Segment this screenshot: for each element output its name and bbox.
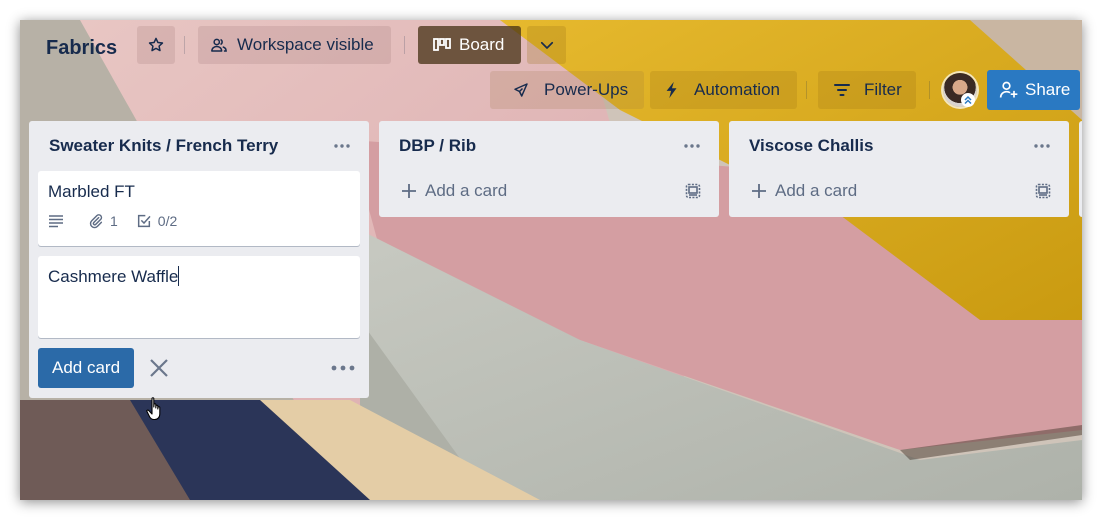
star-board-button[interactable] [137, 26, 175, 64]
workspace-members-icon [210, 36, 228, 54]
card-template-icon [685, 183, 701, 199]
visibility-label: Workspace visible [237, 35, 374, 54]
power-ups-label: Power-Ups [544, 80, 629, 99]
automation-label: Automation [694, 80, 780, 99]
create-from-template-button[interactable] [1035, 183, 1051, 199]
list-sweater-knits: Sweater Knits / French Terry Marbled FT … [29, 121, 369, 398]
visibility-button[interactable]: Workspace visible [198, 26, 391, 64]
share-label: Share [1025, 80, 1071, 99]
more-horizontal-icon [1034, 144, 1050, 148]
plus-icon [751, 183, 767, 199]
paperclip-icon [88, 213, 104, 229]
admin-chevrons-icon [961, 93, 975, 107]
attachments-count: 1 [110, 213, 118, 229]
card-composer-input[interactable]: Cashmere Waffle [38, 256, 360, 338]
description-icon [48, 214, 64, 228]
list-viscose-challis: Viscose Challis Add a card [729, 121, 1069, 217]
add-a-card-button[interactable]: Add a card [751, 181, 857, 201]
checklist-badge: 0/2 [136, 213, 177, 229]
composer-options-button[interactable] [326, 353, 360, 383]
power-ups-button[interactable]: Power-Ups [490, 71, 644, 109]
add-a-card-button[interactable]: Add a card [401, 181, 507, 201]
more-horizontal-icon [331, 365, 355, 371]
card-badges: 1 0/2 [48, 212, 350, 230]
filter-label: Filter [864, 80, 902, 99]
hand-pointer-cursor-icon [146, 397, 161, 421]
board-view-label: Board [459, 35, 505, 54]
filter-icon [834, 83, 850, 97]
attachments-badge: 1 [88, 213, 118, 229]
star-icon [147, 36, 165, 54]
list-actions-button[interactable] [329, 136, 355, 156]
list-header: Sweater Knits / French Terry [29, 121, 369, 171]
list-partially-visible [1079, 121, 1082, 217]
list-header: Viscose Challis [729, 121, 1069, 171]
board-view-button[interactable]: Board [418, 26, 521, 64]
header-divider [806, 81, 807, 99]
add-a-card-label: Add a card [775, 181, 858, 200]
share-button[interactable]: Share [987, 70, 1080, 110]
card-composer-text: Cashmere Waffle [48, 267, 179, 286]
lightning-bolt-icon [664, 81, 680, 99]
filter-button[interactable]: Filter [818, 71, 916, 109]
list-dbp-rib: DBP / Rib Add a card [379, 121, 719, 217]
checklist-progress: 0/2 [157, 213, 178, 229]
add-card-button[interactable]: Add card [38, 348, 135, 388]
cancel-composer-button[interactable] [141, 350, 177, 386]
plus-icon [401, 183, 417, 199]
chevron-down-icon [538, 36, 556, 54]
list-actions-button[interactable] [1029, 136, 1055, 156]
card-marbled-ft[interactable]: Marbled FT 1 0/2 [38, 171, 360, 246]
rocket-icon [512, 81, 530, 99]
card-template-icon [1035, 183, 1051, 199]
add-member-icon [999, 80, 1019, 100]
header-divider [929, 81, 930, 99]
card-title: Marbled FT [48, 182, 135, 201]
create-from-template-button[interactable] [685, 183, 701, 199]
checklist-icon [136, 213, 152, 229]
composer-controls: Add card [29, 346, 369, 398]
add-card-row: Add a card [379, 171, 719, 211]
list-header: DBP / Rib [379, 121, 719, 171]
add-a-card-label: Add a card [425, 181, 508, 200]
header-divider [184, 36, 185, 54]
list-actions-button[interactable] [679, 136, 705, 156]
trello-board-window: Fabrics Workspace visible Board Power-Up… [20, 20, 1082, 500]
description-badge [48, 214, 70, 228]
add-card-row: Add a card [729, 171, 1069, 211]
switch-views-button[interactable] [527, 26, 566, 64]
more-horizontal-icon [684, 144, 700, 148]
header-divider [404, 36, 405, 54]
board-title[interactable]: Fabrics [44, 32, 119, 64]
list-title[interactable]: Viscose Challis [749, 136, 873, 156]
list-title[interactable]: Sweater Knits / French Terry [49, 136, 278, 156]
automation-button[interactable]: Automation [650, 71, 797, 109]
board-view-icon [433, 38, 451, 52]
close-icon [150, 359, 168, 377]
list-title[interactable]: DBP / Rib [399, 136, 476, 156]
text-caret [178, 266, 180, 286]
more-horizontal-icon [334, 144, 350, 148]
